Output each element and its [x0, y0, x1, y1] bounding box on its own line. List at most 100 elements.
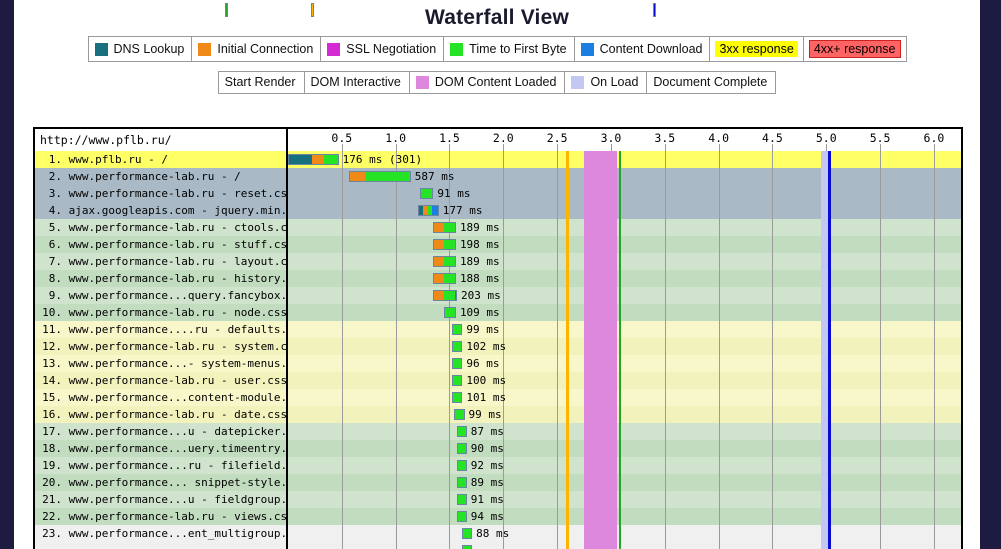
request-label[interactable]: 15. www.performance...content-module.css [35, 389, 288, 406]
row-gridline [933, 236, 935, 253]
request-label[interactable]: 10. www.performance-lab.ru - node.css [35, 304, 288, 321]
table-row[interactable]: 15. www.performance...content-module.css… [35, 389, 961, 406]
request-label[interactable]: 22. www.performance-lab.ru - views.css [35, 508, 288, 525]
table-row[interactable]: 23. www.performance...ent_multigroup.css… [35, 525, 961, 542]
request-label[interactable]: 2. www.performance-lab.ru - / [35, 168, 288, 185]
bar-segment-conn [434, 257, 445, 266]
table-row[interactable]: 13. www.performance...- system-menus.css… [35, 355, 961, 372]
request-bar[interactable] [453, 409, 465, 420]
request-bar[interactable] [462, 528, 473, 539]
request-bar[interactable] [451, 324, 463, 335]
marker-dom-content-loaded [584, 423, 618, 440]
request-bar[interactable] [418, 205, 439, 216]
table-row[interactable]: 5. www.performance-lab.ru - ctools.css 18… [35, 219, 961, 236]
request-label[interactable]: 20. www.performance... snippet-style.css [35, 474, 288, 491]
table-row[interactable]: 2. www.performance-lab.ru - / 587 ms [35, 168, 961, 185]
request-duration-label: 94 ms [470, 510, 504, 523]
table-row[interactable]: 21. www.performance...u - fieldgroup.css… [35, 491, 961, 508]
legend-markers: Start Render DOM Interactive DOM Content L… [217, 3, 777, 94]
request-label[interactable]: 7. www.performance-lab.ru - layout.css [35, 253, 288, 270]
request-bar[interactable] [433, 273, 456, 284]
marker-document-complete [828, 423, 832, 440]
table-row[interactable]: 18. www.performance...uery.timeentry.css… [35, 440, 961, 457]
page-content: Waterfall View DNS Lookup Initial Connect… [14, 0, 980, 549]
table-row[interactable]: 6. www.performance-lab.ru - stuff.css 198… [35, 236, 961, 253]
table-row[interactable]: 4. ajax.googleapis.com - jquery.min.js 17… [35, 202, 961, 219]
request-bar[interactable] [451, 392, 463, 403]
request-label[interactable]: 1. www.pflb.ru - / [35, 151, 288, 168]
table-row[interactable]: 8. www.performance-lab.ru - history.css 1… [35, 270, 961, 287]
marker-dom-content-loaded [584, 338, 618, 355]
square-swatch-icon [327, 42, 341, 56]
request-bar[interactable] [433, 239, 456, 250]
table-row[interactable]: 19. www.performance...ru - filefield.css… [35, 457, 961, 474]
waterfall-table[interactable]: http://www.pflb.ru/ 0.5 1.0 1.5 2.0 2.5 3.0 3.… [33, 127, 963, 549]
row-gridline [341, 219, 343, 236]
request-bar[interactable] [457, 426, 467, 437]
table-row[interactable]: 20. www.performance... snippet-style.css… [35, 474, 961, 491]
table-row[interactable]: 7. www.performance-lab.ru - layout.css 18… [35, 253, 961, 270]
marker-document-complete [828, 508, 832, 525]
request-bar[interactable] [451, 358, 463, 369]
request-label[interactable]: 23. www.performance...ent_multigroup.css [35, 525, 288, 542]
request-bar[interactable] [349, 171, 411, 182]
request-bar[interactable] [457, 511, 467, 522]
table-row[interactable]: 17. www.performance...u - datepicker.css… [35, 423, 961, 440]
row-gridline [557, 287, 559, 304]
request-label[interactable]: 18. www.performance...uery.timeentry.css [35, 440, 288, 457]
request-label[interactable]: 11. www.performance....ru - defaults.css [35, 321, 288, 338]
request-label[interactable]: 13. www.performance...- system-menus.css [35, 355, 288, 372]
table-row[interactable]: 1. www.pflb.ru - / 176 ms (301) [35, 151, 961, 168]
table-row[interactable]: 14. www.performance-lab.ru - user.css 100… [35, 372, 961, 389]
request-label[interactable]: 14. www.performance-lab.ru - user.css [35, 372, 288, 389]
bar-segment-ttfb [458, 478, 466, 487]
marker-start-render [618, 474, 621, 491]
request-bar[interactable] [444, 307, 456, 318]
request-label[interactable]: 12. www.performance-lab.ru - system.css [35, 338, 288, 355]
table-row[interactable]: 12. www.performance-lab.ru - system.css 1… [35, 338, 961, 355]
request-bar[interactable] [462, 545, 473, 549]
table-row[interactable] [35, 542, 961, 549]
request-bar[interactable] [457, 443, 467, 454]
table-row[interactable]: 9. www.performance...query.fancybox.css 2… [35, 287, 961, 304]
table-row[interactable]: 11. www.performance....ru - defaults.css… [35, 321, 961, 338]
row-gridline [718, 202, 720, 219]
table-row[interactable]: 22. www.performance-lab.ru - views.css 94… [35, 508, 961, 525]
request-label[interactable]: 9. www.performance...query.fancybox.css [35, 287, 288, 304]
row-gridline [664, 474, 666, 491]
request-bar[interactable] [433, 222, 456, 233]
marker-dom-content-loaded [584, 355, 618, 372]
request-label[interactable]: 21. www.performance...u - fieldgroup.css [35, 491, 288, 508]
request-label[interactable]: 8. www.performance-lab.ru - history.css [35, 270, 288, 287]
request-bar[interactable] [433, 256, 456, 267]
marker-dom-interactive [565, 287, 569, 304]
table-row[interactable]: 16. www.performance-lab.ru - date.css 99 … [35, 406, 961, 423]
request-label[interactable]: 3. www.performance-lab.ru - reset.css [35, 185, 288, 202]
request-bar[interactable] [451, 341, 463, 352]
request-label[interactable]: 19. www.performance...ru - filefield.css [35, 457, 288, 474]
request-bar[interactable] [420, 188, 434, 199]
request-bar[interactable] [457, 477, 467, 488]
request-label[interactable] [35, 542, 288, 549]
request-bar[interactable] [288, 154, 339, 165]
row-gridline [718, 542, 720, 549]
request-bar[interactable] [451, 375, 463, 386]
request-label[interactable]: 4. ajax.googleapis.com - jquery.min.js [35, 202, 288, 219]
row-gridline [933, 287, 935, 304]
request-label[interactable]: 16. www.performance-lab.ru - date.css [35, 406, 288, 423]
request-bar[interactable] [433, 290, 457, 301]
row-gridline [395, 304, 397, 321]
request-bar[interactable] [457, 460, 467, 471]
row-background [288, 219, 961, 236]
request-index: 19. [42, 459, 62, 472]
table-row[interactable]: 3. www.performance-lab.ru - reset.css 91 … [35, 185, 961, 202]
request-label[interactable]: 17. www.performance...u - datepicker.css [35, 423, 288, 440]
request-duration-label: 96 ms [466, 357, 500, 370]
table-row[interactable]: 10. www.performance-lab.ru - node.css 109… [35, 304, 961, 321]
request-label[interactable]: 5. www.performance-lab.ru - ctools.css [35, 219, 288, 236]
request-bar[interactable] [457, 494, 467, 505]
marker-dom-content-loaded [584, 270, 618, 287]
marker-start-render [618, 236, 621, 253]
request-label[interactable]: 6. www.performance-lab.ru - stuff.css [35, 236, 288, 253]
request-track [288, 542, 961, 549]
